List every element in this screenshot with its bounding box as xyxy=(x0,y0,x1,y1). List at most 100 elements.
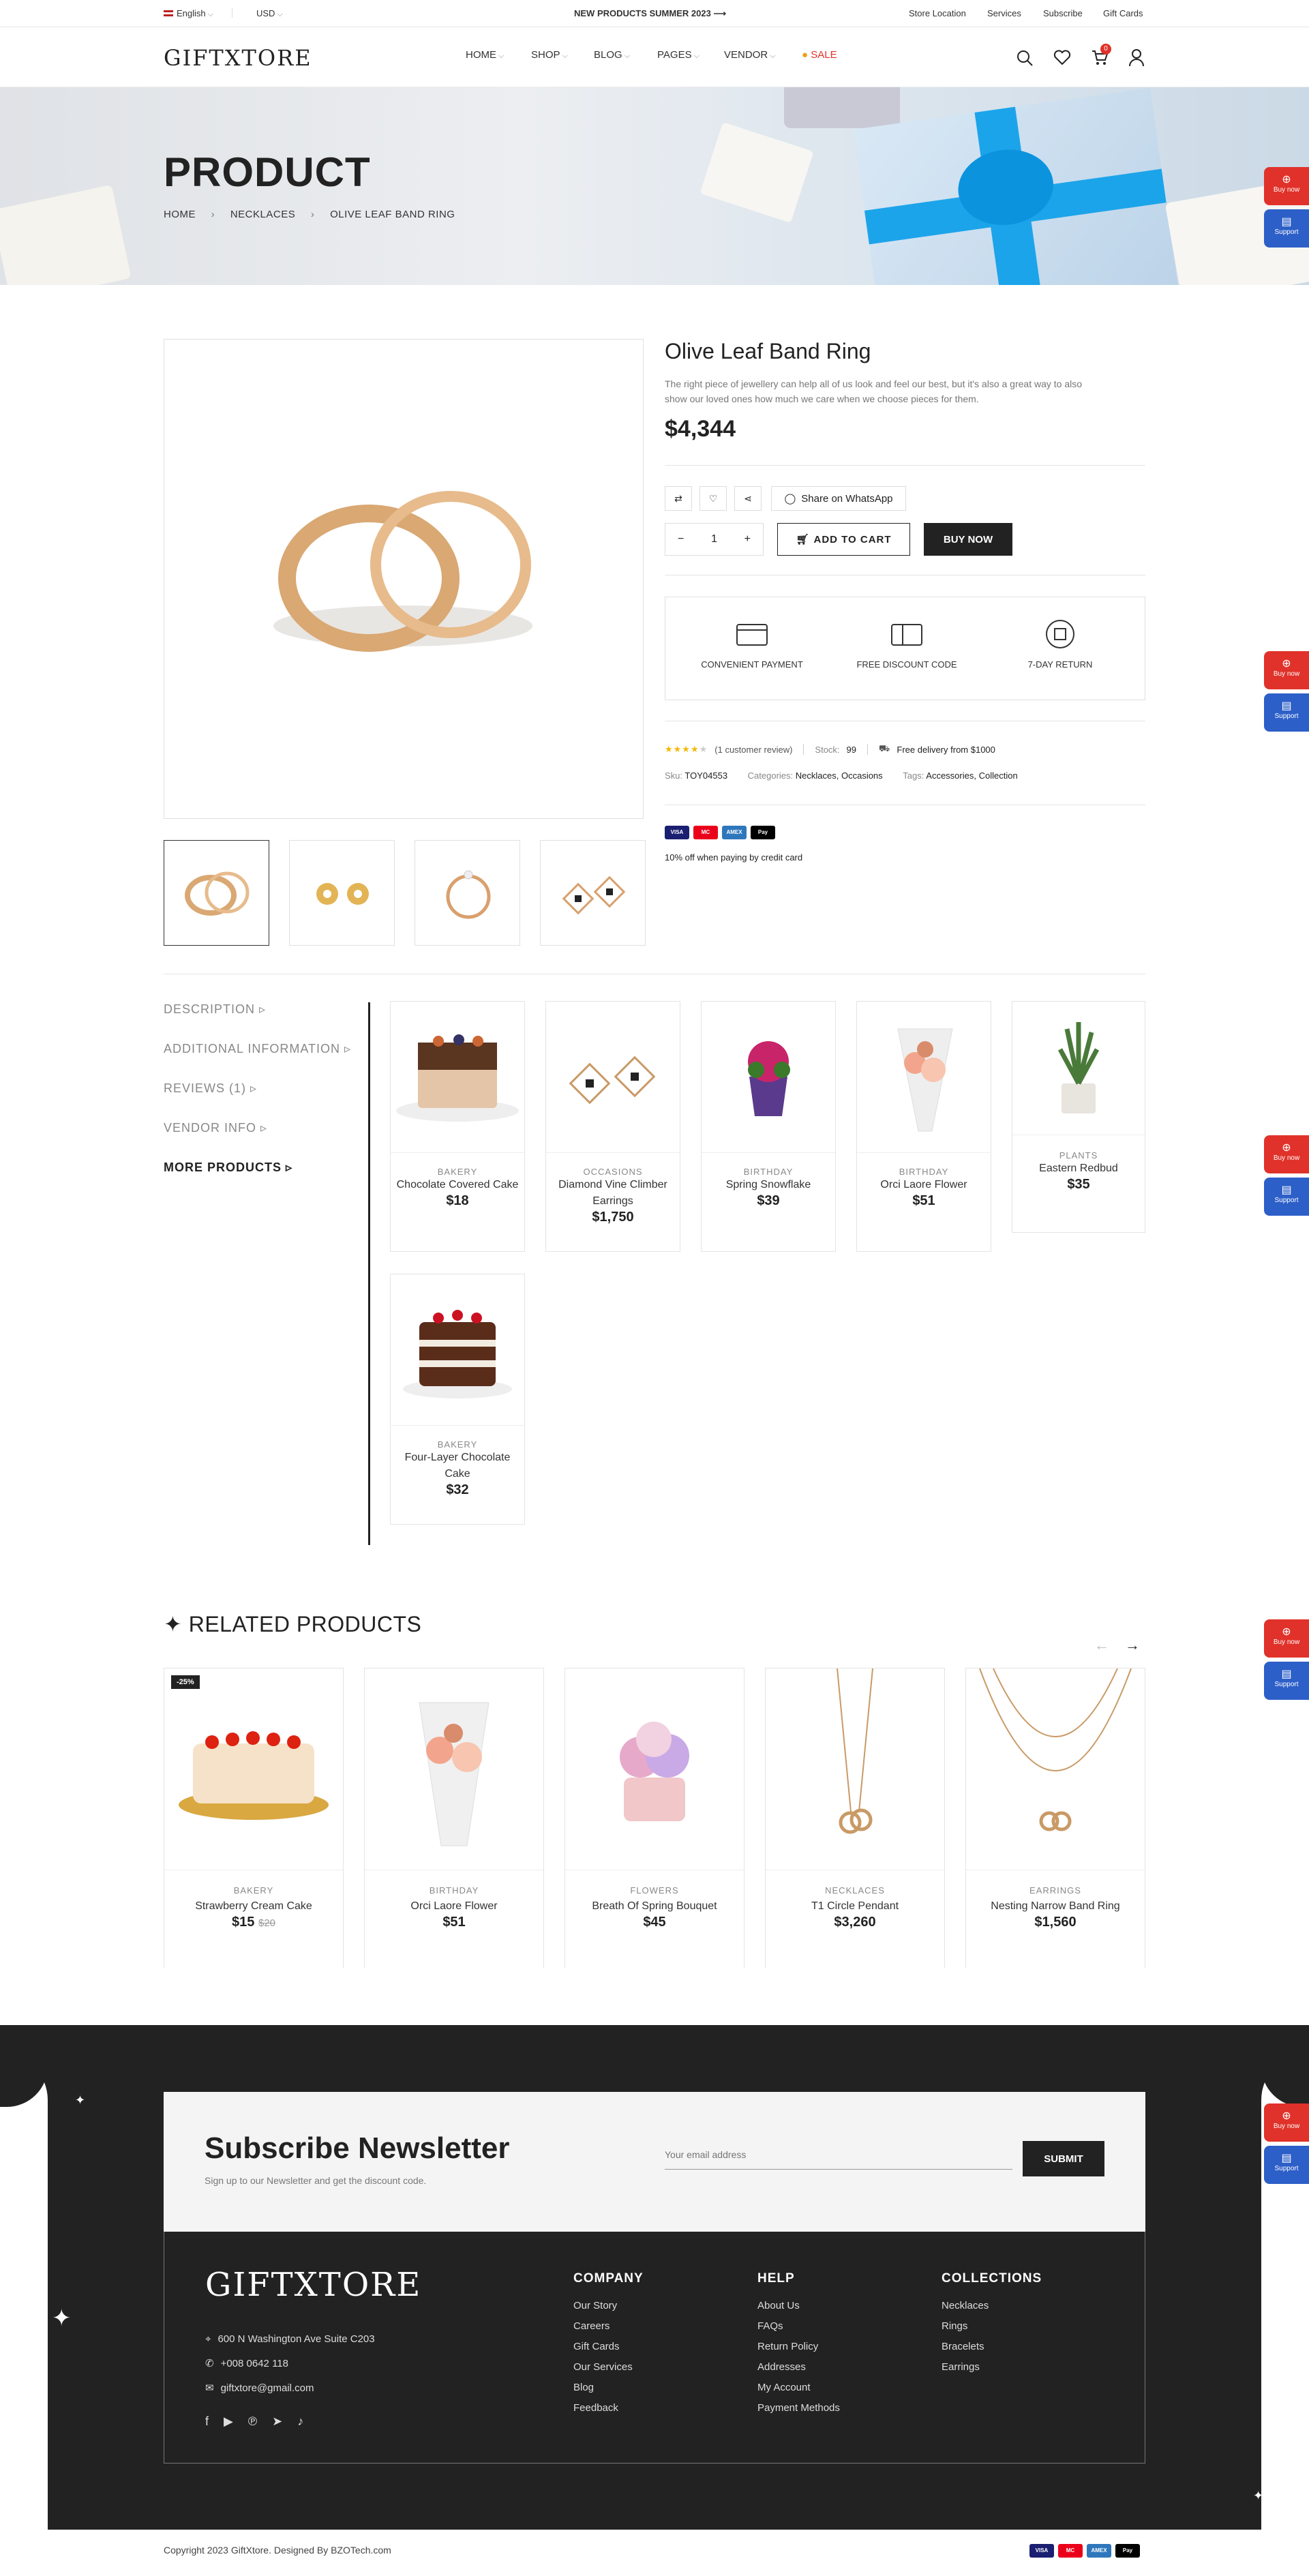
compare-button[interactable]: ⇄ xyxy=(665,486,692,511)
telegram-icon[interactable]: ➤ xyxy=(272,2414,282,2429)
side-buy-now-button[interactable]: ⊕ Buy now xyxy=(1264,1135,1309,1173)
minus-icon[interactable]: − xyxy=(678,533,684,545)
tab-reviews[interactable]: REVIEWS (1) ▹ xyxy=(164,1081,257,1096)
thumbnail-earrings[interactable] xyxy=(289,840,395,946)
prev-arrow-icon[interactable]: ← xyxy=(1094,1636,1109,1654)
search-icon[interactable] xyxy=(1016,49,1034,67)
side-support-button[interactable]: ▤ Support xyxy=(1264,1662,1309,1700)
nav-home[interactable]: HOME ⌵ xyxy=(466,49,504,61)
plus-icon[interactable]: + xyxy=(744,533,751,545)
nav-shop[interactable]: SHOP ⌵ xyxy=(531,49,568,61)
side-support-button[interactable]: ▤ Support xyxy=(1264,693,1309,732)
tab-description[interactable]: DESCRIPTION ▹ xyxy=(164,1002,266,1017)
footer-link[interactable]: About Us xyxy=(757,2296,840,2316)
footer-link[interactable]: Necklaces xyxy=(942,2296,1042,2316)
footer-link[interactable]: Feedback xyxy=(573,2398,644,2418)
email-link[interactable]: ✉ giftxtore@gmail.com xyxy=(205,2376,375,2401)
breadcrumb-category[interactable]: NECKLACES xyxy=(230,209,295,220)
side-buy-now-button[interactable]: ⊕ Buy now xyxy=(1264,651,1309,689)
side-support-button[interactable]: ▤ Support xyxy=(1264,1178,1309,1216)
discount-badge: -25% xyxy=(171,1675,200,1689)
wishlist-icon[interactable] xyxy=(1053,49,1071,65)
footer-link[interactable]: Payment Methods xyxy=(757,2398,840,2418)
product-card[interactable]: OCCASIONS Diamond Vine Climber Earrings $1… xyxy=(545,1001,680,1252)
review-link[interactable]: (1 customer review) xyxy=(714,745,792,755)
nav-pages[interactable]: PAGES ⌵ xyxy=(657,49,699,61)
product-card[interactable]: BAKERY Four-Layer Chocolate Cake $32 xyxy=(390,1274,525,1525)
thumbnail-solitaire-ring[interactable] xyxy=(415,840,520,946)
nav-blog[interactable]: BLOG ⌵ xyxy=(594,49,630,61)
tab-more-products[interactable]: MORE PRODUCTS ▹ xyxy=(164,1160,292,1175)
category-links[interactable]: Necklaces, Occasions xyxy=(796,770,883,781)
youtube-icon[interactable]: ▶ xyxy=(224,2414,233,2429)
side-buy-now-button[interactable]: ⊕ Buy now xyxy=(1264,2103,1309,2142)
mastercard-icon: MC xyxy=(1058,2544,1083,2558)
product-name: Olive Leaf Band Ring xyxy=(665,339,871,363)
product-card[interactable]: BIRTHDAY Spring Snowflake $39 xyxy=(701,1001,836,1252)
related-product-card[interactable]: BIRTHDAY Orci Laore Flower $51 xyxy=(364,1668,544,1968)
footer-link[interactable]: Bracelets xyxy=(942,2337,1042,2357)
applepay-icon: Pay xyxy=(751,826,775,839)
footer-link[interactable]: Gift Cards xyxy=(573,2337,644,2357)
product-image-necklace xyxy=(966,1668,1145,1870)
nav-vendor[interactable]: VENDOR ⌵ xyxy=(724,49,776,61)
language-selector[interactable]: English ⌵ xyxy=(164,8,213,19)
whatsapp-share-button[interactable]: ◯ Share on WhatsApp xyxy=(771,486,906,511)
thumbnail-diamond-earrings[interactable] xyxy=(540,840,646,946)
share-button[interactable]: ⋖ xyxy=(734,486,762,511)
quantity-stepper[interactable]: −1 + xyxy=(665,523,764,556)
footer-payment-icons: VISA MC AMEX Pay xyxy=(1029,2543,1144,2558)
footer-link[interactable]: Addresses xyxy=(757,2357,840,2378)
link-store-location[interactable]: Store Location xyxy=(909,8,966,18)
promo-link[interactable]: NEW PRODUCTS SUMMER 2023 ⟶ xyxy=(574,8,726,19)
nav-sale[interactable]: ● SALE xyxy=(802,49,837,61)
account-icon[interactable] xyxy=(1128,48,1145,67)
footer-link[interactable]: Rings xyxy=(942,2316,1042,2337)
next-arrow-icon[interactable]: → xyxy=(1125,1636,1140,1654)
link-subscribe[interactable]: Subscribe xyxy=(1043,8,1083,18)
currency-selector[interactable]: USD ⌵ xyxy=(256,8,283,19)
buy-now-button[interactable]: BUY NOW xyxy=(924,523,1012,556)
footer-link[interactable]: Blog xyxy=(573,2378,644,2398)
side-buy-now-button[interactable]: ⊕ Buy now xyxy=(1264,1619,1309,1658)
wishlist-button[interactable]: ♡ xyxy=(699,486,727,511)
footer-link[interactable]: Earrings xyxy=(942,2357,1042,2378)
product-image-strawberry-cake: -25% xyxy=(164,1668,343,1870)
link-services[interactable]: Services xyxy=(987,8,1021,18)
facebook-icon[interactable]: f xyxy=(205,2414,209,2429)
footer-link[interactable]: Our Story xyxy=(573,2296,644,2316)
footer-link[interactable]: Careers xyxy=(573,2316,644,2337)
footer-link[interactable]: My Account xyxy=(757,2378,840,2398)
footer-link[interactable]: Our Services xyxy=(573,2357,644,2378)
side-support-button[interactable]: ▤ Support xyxy=(1264,209,1309,248)
side-buy-now-button[interactable]: ⊕ Buy now xyxy=(1264,167,1309,205)
thumbnail-ring[interactable] xyxy=(164,840,269,946)
email-input[interactable] xyxy=(665,2140,1012,2170)
breadcrumb-home[interactable]: HOME xyxy=(164,209,196,220)
add-to-cart-button[interactable]: 🛒︎ ADD TO CART xyxy=(777,523,910,556)
footer-logo[interactable]: GIFTXTORE xyxy=(205,2266,421,2304)
gift-box-image xyxy=(0,184,132,285)
site-logo[interactable]: GIFTXTORE xyxy=(164,45,312,71)
tiktok-icon[interactable]: ♪ xyxy=(297,2414,303,2429)
related-product-card[interactable]: EARRINGS Nesting Narrow Band Ring $1,560 xyxy=(965,1668,1145,1968)
related-product-card[interactable]: NECKLACES T1 Circle Pendant $3,260 xyxy=(765,1668,945,1968)
product-image-earrings xyxy=(546,1002,680,1153)
pinterest-icon[interactable]: ℗ xyxy=(248,2414,257,2429)
product-card[interactable]: BAKERY Chocolate Covered Cake $18 xyxy=(390,1001,525,1252)
related-product-card[interactable]: -25% BAKERY Strawberry Cream Cake $15 $20 xyxy=(164,1668,344,1968)
footer-link[interactable]: Return Policy xyxy=(757,2337,840,2357)
side-support-button[interactable]: ▤ Support xyxy=(1264,2146,1309,2184)
tag-links[interactable]: Accessories, Collection xyxy=(926,770,1017,781)
tab-additional-info[interactable]: ADDITIONAL INFORMATION ▹ xyxy=(164,1042,351,1056)
submit-button[interactable]: SUBMIT xyxy=(1023,2141,1104,2176)
product-card[interactable]: BIRTHDAY Orci Laore Flower $51 xyxy=(856,1001,991,1252)
tab-vendor-info[interactable]: VENDOR INFO ▹ xyxy=(164,1121,267,1135)
product-main-image[interactable] xyxy=(164,339,644,819)
link-gift-cards[interactable]: Gift Cards xyxy=(1103,8,1143,18)
main-header: GIFTXTORE HOME ⌵ SHOP ⌵ BLOG ⌵ PAGES ⌵ VENDO… xyxy=(0,27,1309,87)
compare-icon: ⇄ xyxy=(674,492,682,504)
related-product-card[interactable]: FLOWERS Breath Of Spring Bouquet $45 xyxy=(565,1668,744,1968)
footer-link[interactable]: FAQs xyxy=(757,2316,840,2337)
product-card[interactable]: PLANTS Eastern Redbud $35 xyxy=(1012,1001,1145,1233)
